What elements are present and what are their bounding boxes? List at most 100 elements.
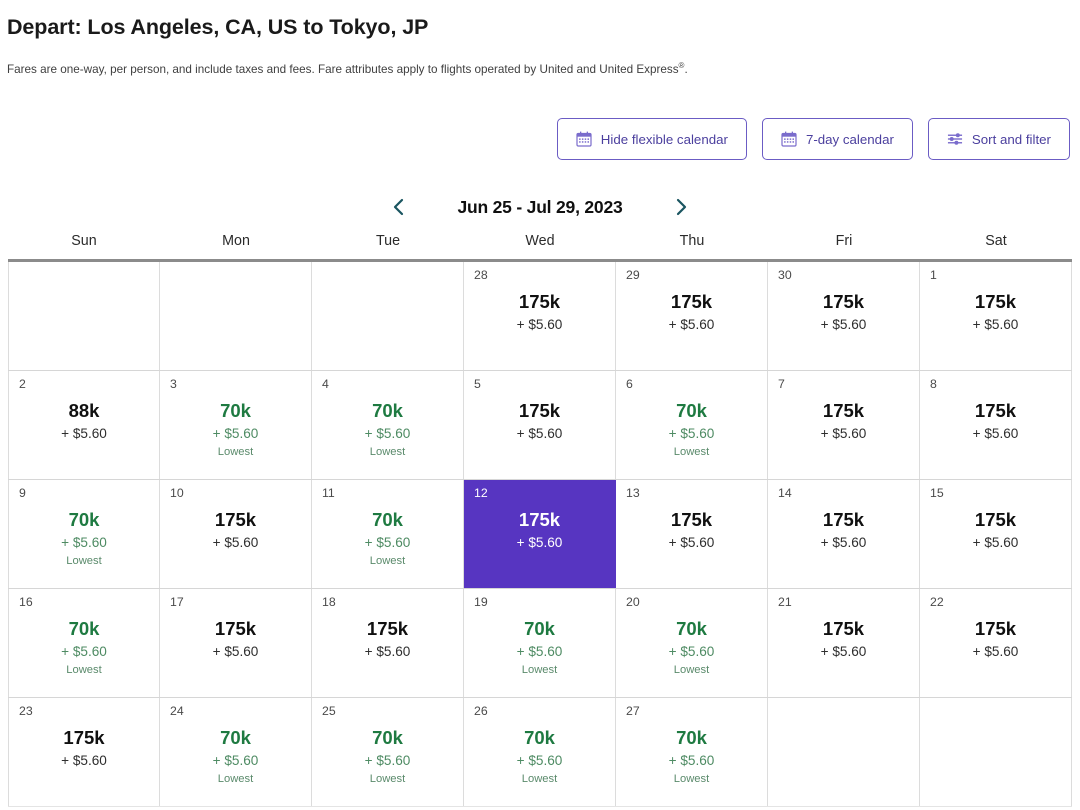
lowest-fare-badge: Lowest: [521, 773, 558, 785]
calendar-day-cell[interactable]: 16 70k + $5.60 Lowest: [8, 589, 160, 697]
fare-taxes: + $5.60: [972, 644, 1019, 659]
sort-and-filter-button[interactable]: Sort and filter: [927, 118, 1070, 160]
day-number: 2: [19, 377, 26, 391]
weekday-label-tue: Tue: [375, 233, 401, 249]
fare-miles: 175k: [974, 291, 1017, 312]
calendar-cell-empty: [768, 698, 920, 806]
fare-taxes: + $5.60: [516, 753, 563, 768]
fare-miles: 70k: [676, 618, 707, 639]
next-dates-button[interactable]: [664, 190, 698, 224]
fare-miles: 175k: [518, 509, 561, 530]
calendar-day-cell[interactable]: 7 175k + $5.60: [768, 371, 920, 479]
calendar-day-cell[interactable]: 4 70k + $5.60 Lowest: [312, 371, 464, 479]
fare-disclaimer: Fares are one-way, per person, and inclu…: [7, 58, 697, 78]
day-number: 22: [930, 595, 944, 609]
fare-info: 175k + $5.60: [474, 290, 605, 336]
fare-info: 175k + $5.60: [322, 617, 453, 663]
hide-flexible-calendar-label: Hide flexible calendar: [600, 131, 728, 147]
fare-info: 70k + $5.60 Lowest: [170, 399, 301, 460]
day-number: 4: [322, 377, 329, 391]
calendar-day-cell[interactable]: 29 175k + $5.60: [616, 262, 768, 370]
day-number: 5: [474, 377, 481, 391]
calendar-day-cell[interactable]: 12 175k + $5.60: [464, 480, 616, 588]
previous-dates-button[interactable]: [382, 190, 416, 224]
fare-info: 175k + $5.60: [170, 508, 301, 554]
fare-miles: 70k: [220, 400, 251, 421]
day-number: 27: [626, 704, 640, 718]
fare-miles: 70k: [220, 727, 251, 748]
calendar-day-cell[interactable]: 18 175k + $5.60: [312, 589, 464, 697]
fare-info: 70k + $5.60 Lowest: [170, 726, 301, 787]
calendar-week-row: 16 70k + $5.60 Lowest 17 175k + $5.60 18 175k + $…: [8, 589, 1072, 698]
calendar-toolbar: Hide flexible calendar 7-day calendar So…: [556, 118, 1070, 160]
calendar-day-cell[interactable]: 19 70k + $5.60 Lowest: [464, 589, 616, 697]
fare-taxes: + $5.60: [516, 644, 563, 659]
fare-info: 175k + $5.60: [930, 399, 1061, 445]
calendar-day-cell[interactable]: 24 70k + $5.60 Lowest: [160, 698, 312, 806]
date-range-label: Jun 25 - Jul 29, 2023: [457, 196, 623, 217]
fare-taxes: + $5.60: [364, 644, 411, 659]
seven-day-calendar-button[interactable]: 7-day calendar: [761, 118, 913, 160]
fare-info: 70k + $5.60 Lowest: [322, 508, 453, 569]
calendar-day-cell[interactable]: 14 175k + $5.60: [768, 480, 920, 588]
day-number: 11: [322, 486, 335, 500]
day-number: 12: [474, 486, 488, 500]
calendar-day-cell[interactable]: 30 175k + $5.60: [768, 262, 920, 370]
calendar-day-cell[interactable]: 22 175k + $5.60: [920, 589, 1072, 697]
fare-taxes: + $5.60: [820, 535, 867, 550]
calendar-day-cell[interactable]: 20 70k + $5.60 Lowest: [616, 589, 768, 697]
calendar-day-cell[interactable]: 23 175k + $5.60: [8, 698, 160, 806]
day-number: 7: [778, 377, 785, 391]
fare-miles: 175k: [518, 400, 561, 421]
fare-taxes: + $5.60: [212, 426, 259, 441]
fare-miles: 175k: [822, 291, 865, 312]
fare-calendar-grid: 28 175k + $5.60 29 175k + $5.60 30 175k + $5.60 1…: [8, 259, 1072, 807]
calendar-day-cell[interactable]: 15 175k + $5.60: [920, 480, 1072, 588]
calendar-day-cell[interactable]: 17 175k + $5.60: [160, 589, 312, 697]
calendar-day-cell[interactable]: 3 70k + $5.60 Lowest: [160, 371, 312, 479]
calendar-day-cell[interactable]: 25 70k + $5.60 Lowest: [312, 698, 464, 806]
calendar-cell-empty: [312, 262, 464, 370]
fare-miles: 175k: [974, 618, 1017, 639]
calendar-icon: [576, 131, 592, 147]
calendar-day-cell[interactable]: 10 175k + $5.60: [160, 480, 312, 588]
fare-taxes: + $5.60: [820, 644, 867, 659]
fare-info: 175k + $5.60: [930, 508, 1061, 554]
calendar-day-cell[interactable]: 27 70k + $5.60 Lowest: [616, 698, 768, 806]
lowest-fare-badge: Lowest: [369, 555, 406, 567]
calendar-day-cell[interactable]: 11 70k + $5.60 Lowest: [312, 480, 464, 588]
day-number: 15: [930, 486, 944, 500]
day-number: 9: [19, 486, 26, 500]
calendar-day-cell[interactable]: 28 175k + $5.60: [464, 262, 616, 370]
fare-info: 175k + $5.60: [930, 290, 1061, 336]
calendar-day-cell[interactable]: 5 175k + $5.60: [464, 371, 616, 479]
fare-taxes: + $5.60: [668, 753, 715, 768]
day-number: 3: [170, 377, 177, 391]
lowest-fare-badge: Lowest: [217, 773, 254, 785]
calendar-day-cell[interactable]: 2 88k + $5.60: [8, 371, 160, 479]
calendar-week-row: 9 70k + $5.60 Lowest 10 175k + $5.60 11 70k + $5.…: [8, 480, 1072, 589]
fare-taxes: + $5.60: [668, 535, 715, 550]
fare-taxes: + $5.60: [972, 535, 1019, 550]
fare-miles: 175k: [63, 727, 105, 748]
weekday-header-row: Sun Mon Tue Wed Thu Fri Sat: [8, 233, 1072, 256]
fare-miles: 88k: [68, 400, 100, 421]
day-number: 1: [930, 268, 937, 282]
calendar-day-cell[interactable]: 6 70k + $5.60 Lowest: [616, 371, 768, 479]
calendar-day-cell[interactable]: 9 70k + $5.60 Lowest: [8, 480, 160, 588]
fare-miles: 70k: [372, 509, 403, 530]
calendar-day-cell[interactable]: 21 175k + $5.60: [768, 589, 920, 697]
calendar-day-cell[interactable]: 8 175k + $5.60: [920, 371, 1072, 479]
fare-taxes: + $5.60: [61, 644, 107, 659]
lowest-fare-badge: Lowest: [521, 664, 558, 676]
fare-info: 175k + $5.60: [778, 617, 909, 663]
calendar-day-cell[interactable]: 1 175k + $5.60: [920, 262, 1072, 370]
day-number: 8: [930, 377, 937, 391]
calendar-cell-empty: [8, 262, 160, 370]
fare-miles: 70k: [372, 727, 403, 748]
date-range-navigation: Jun 25 - Jul 29, 2023: [0, 190, 1080, 224]
calendar-day-cell[interactable]: 26 70k + $5.60 Lowest: [464, 698, 616, 806]
hide-flexible-calendar-button[interactable]: Hide flexible calendar: [556, 118, 747, 160]
calendar-day-cell[interactable]: 13 175k + $5.60: [616, 480, 768, 588]
day-number: 21: [778, 595, 792, 609]
